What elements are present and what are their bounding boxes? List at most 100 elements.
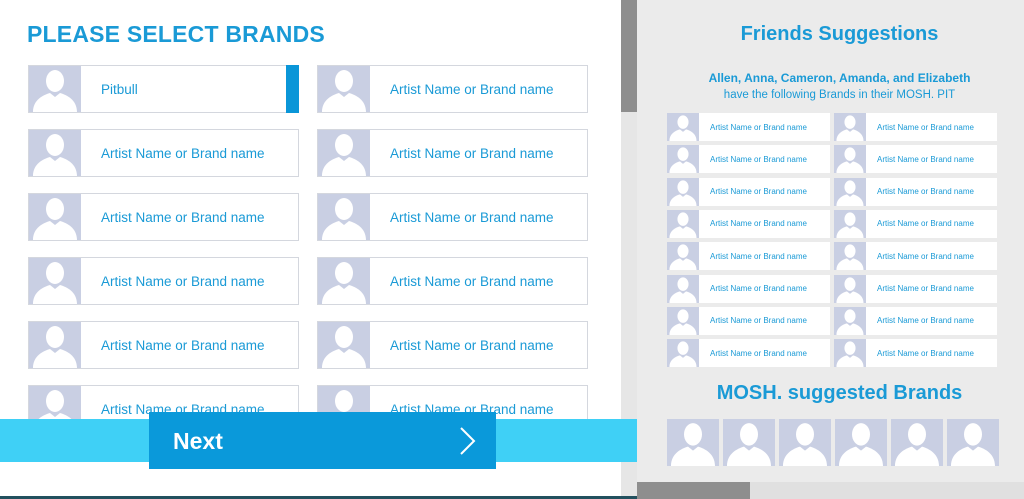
friend-brand-avatar [667, 339, 699, 368]
brand-avatar [318, 130, 370, 176]
person-silhouette-icon [835, 419, 887, 466]
suggested-brand-avatar[interactable] [835, 419, 887, 466]
friend-brand-avatar [834, 209, 866, 238]
person-silhouette-icon [667, 145, 699, 174]
brand-card-label: Artist Name or Brand name [390, 273, 554, 289]
person-silhouette-icon [29, 258, 81, 304]
brand-card[interactable]: Artist Name or Brand name [317, 193, 588, 241]
brand-avatar [29, 194, 81, 240]
friend-brand-card[interactable]: Artist Name or Brand name [667, 209, 830, 238]
person-silhouette-icon [834, 339, 866, 368]
person-silhouette-icon [667, 242, 699, 271]
friend-brand-avatar [834, 339, 866, 368]
brand-card-label: Artist Name or Brand name [101, 273, 265, 289]
brand-card[interactable]: Artist Name or Brand name [317, 257, 588, 305]
suggested-brand-avatar[interactable] [779, 419, 831, 466]
person-silhouette-icon [667, 306, 699, 335]
brand-card-label: Artist Name or Brand name [390, 81, 554, 97]
person-silhouette-icon [318, 130, 370, 176]
suggested-brand-avatar[interactable] [947, 419, 999, 466]
friends-brands-line: have the following Brands in their MOSH.… [723, 89, 956, 101]
friends-names-line: Allen, Anna, Cameron, Amanda, and Elizab… [708, 71, 971, 85]
friend-brand-label: Artist Name or Brand name [877, 122, 974, 132]
person-silhouette-icon [667, 177, 699, 206]
brand-card[interactable]: Artist Name or Brand name [28, 129, 299, 177]
friend-brand-label: Artist Name or Brand name [710, 187, 807, 197]
friend-brand-card[interactable]: Artist Name or Brand name [667, 242, 830, 271]
friend-brand-avatar [667, 177, 699, 206]
friend-brand-avatar [834, 242, 866, 271]
friend-brand-avatar [667, 145, 699, 174]
left-scrollbar-thumb[interactable] [621, 0, 637, 112]
brand-card-label: Artist Name or Brand name [390, 145, 554, 161]
brand-card[interactable]: Artist Name or Brand name [317, 129, 588, 177]
person-silhouette-icon [667, 209, 699, 238]
brand-avatar [318, 322, 370, 368]
friends-suggestions-panel: Friends Suggestions Allen, Anna, Cameron… [637, 0, 1024, 499]
friend-brand-card[interactable]: Artist Name or Brand name [667, 145, 830, 174]
person-silhouette-icon [834, 274, 866, 303]
friend-brand-label: Artist Name or Brand name [710, 154, 807, 164]
friends-suggestions-title: Friends Suggestions [740, 23, 939, 45]
brand-card[interactable]: Artist Name or Brand name [317, 321, 588, 369]
friend-brand-card[interactable]: Artist Name or Brand name [667, 177, 830, 206]
person-silhouette-icon [318, 194, 370, 240]
person-silhouette-icon [834, 209, 866, 238]
friend-brand-label: Artist Name or Brand name [877, 348, 974, 358]
friend-brand-avatar [834, 145, 866, 174]
suggested-brand-avatar[interactable] [667, 419, 719, 466]
brand-card-label: Artist Name or Brand name [390, 209, 554, 225]
person-silhouette-icon [891, 419, 943, 466]
friend-brand-avatar [834, 274, 866, 303]
friend-brand-label: Artist Name or Brand name [710, 316, 807, 326]
friend-brand-avatar [834, 306, 866, 335]
friend-brand-avatar [834, 113, 866, 141]
friend-brand-label: Artist Name or Brand name [877, 154, 974, 164]
right-horizontal-scrollbar-thumb[interactable] [637, 482, 750, 499]
friend-brand-card[interactable]: Artist Name or Brand name [834, 209, 997, 238]
friend-brand-card[interactable]: Artist Name or Brand name [834, 306, 997, 335]
friend-brand-label: Artist Name or Brand name [710, 348, 807, 358]
friend-brand-avatar [667, 306, 699, 335]
suggested-brand-avatar[interactable] [723, 419, 775, 466]
brand-card-label: Artist Name or Brand name [101, 209, 265, 225]
friend-brand-card[interactable]: Artist Name or Brand name [667, 306, 830, 335]
selected-indicator [286, 65, 299, 113]
friend-brand-avatar [667, 242, 699, 271]
brand-card[interactable]: Artist Name or Brand name [28, 321, 299, 369]
person-silhouette-icon [318, 66, 370, 112]
friend-brand-label: Artist Name or Brand name [877, 316, 974, 326]
friend-brand-card[interactable]: Artist Name or Brand name [834, 339, 997, 368]
friend-brand-card[interactable]: Artist Name or Brand name [667, 113, 830, 141]
friend-brand-label: Artist Name or Brand name [877, 187, 974, 197]
brand-avatar [29, 66, 81, 112]
page-title: PLEASE SELECT BRANDS [27, 21, 325, 47]
brand-card[interactable]: Artist Name or Brand name [28, 257, 299, 305]
friend-brand-avatar [834, 177, 866, 206]
brand-card[interactable]: Artist Name or Brand name [317, 65, 588, 113]
person-silhouette-icon [29, 194, 81, 240]
friend-brand-card[interactable]: Artist Name or Brand name [834, 145, 997, 174]
next-button[interactable]: Next [149, 412, 496, 469]
person-silhouette-icon [834, 177, 866, 206]
brand-avatar [29, 258, 81, 304]
brand-card[interactable]: Artist Name or Brand name [28, 193, 299, 241]
friend-brand-card[interactable]: Artist Name or Brand name [667, 339, 830, 368]
person-silhouette-icon [29, 130, 81, 176]
friend-brand-card[interactable]: Artist Name or Brand name [834, 113, 997, 141]
person-silhouette-icon [947, 419, 999, 466]
brand-avatar [318, 258, 370, 304]
suggested-brand-avatar[interactable] [891, 419, 943, 466]
person-silhouette-icon [779, 419, 831, 466]
friend-brand-avatar [667, 113, 699, 141]
person-silhouette-icon [29, 322, 81, 368]
brand-avatar [318, 194, 370, 240]
friend-brand-card[interactable]: Artist Name or Brand name [834, 274, 997, 303]
person-silhouette-icon [723, 419, 775, 466]
friend-brand-label: Artist Name or Brand name [877, 251, 974, 261]
friend-brand-card[interactable]: Artist Name or Brand name [834, 177, 997, 206]
friend-brand-card[interactable]: Artist Name or Brand name [834, 242, 997, 271]
friend-brand-card[interactable]: Artist Name or Brand name [667, 274, 830, 303]
brand-card[interactable]: Pitbull [28, 65, 299, 113]
person-silhouette-icon [667, 339, 699, 368]
